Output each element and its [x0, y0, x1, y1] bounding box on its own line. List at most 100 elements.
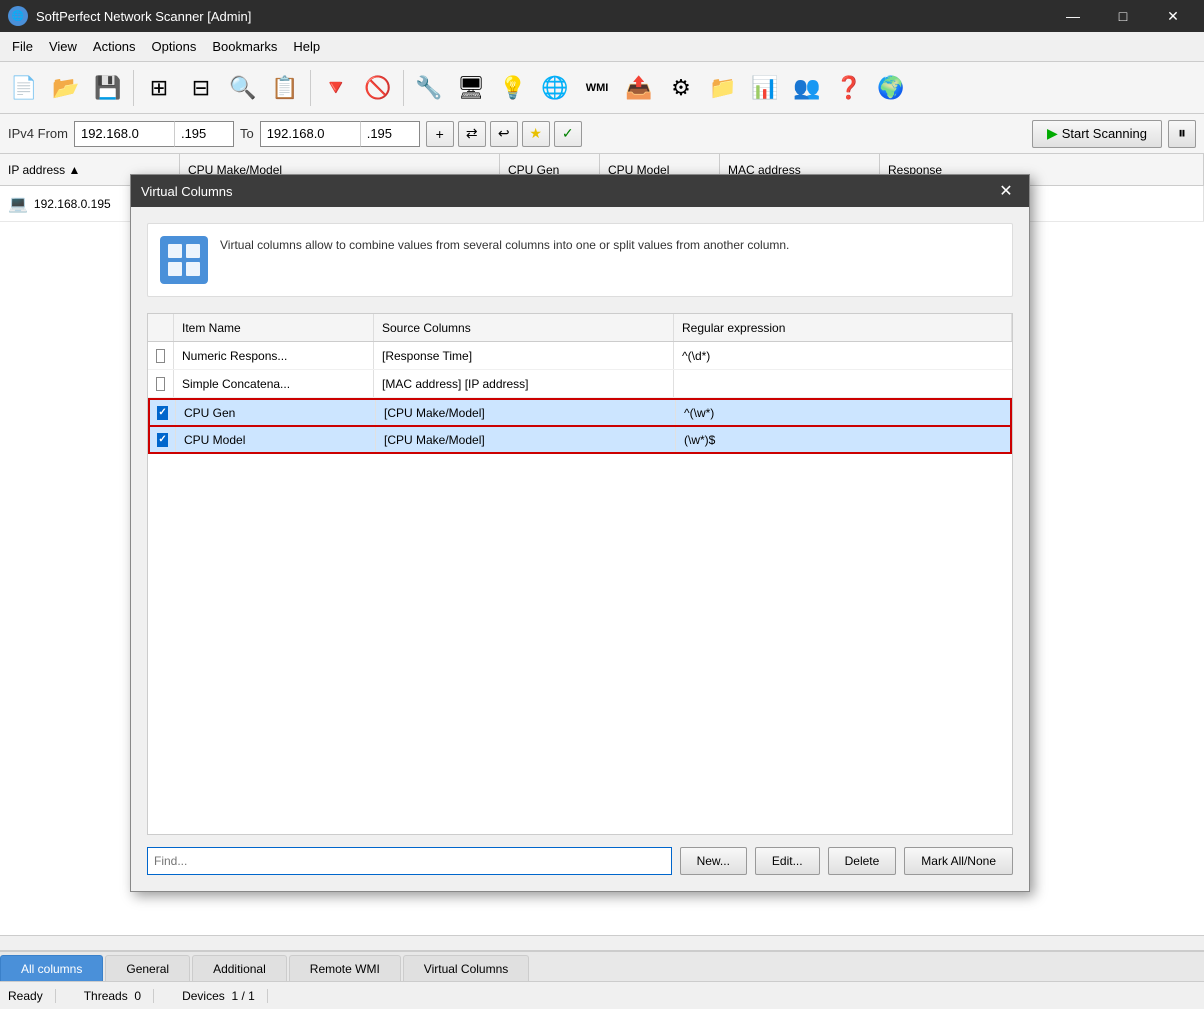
vc-row-1[interactable]: Simple Concatena... [MAC address] [IP ad…: [148, 370, 1012, 398]
to-ip-suffix[interactable]: [360, 121, 420, 147]
open-icon: 📂: [52, 77, 79, 99]
menu-file[interactable]: File: [4, 32, 41, 61]
pause-button[interactable]: ⏸: [1168, 120, 1196, 148]
close-button[interactable]: ✕: [1150, 0, 1196, 32]
tb-collapse[interactable]: ⊟: [181, 66, 221, 110]
tab-general[interactable]: General: [105, 955, 190, 981]
vc-check-1[interactable]: [148, 370, 174, 397]
menu-options[interactable]: Options: [144, 32, 205, 61]
vc-thead: Item Name Source Columns Regular express…: [148, 314, 1012, 342]
vc-check-3[interactable]: ✓: [150, 427, 176, 452]
checkbox-checked-3[interactable]: ✓: [157, 433, 167, 447]
tb-new[interactable]: 📄: [4, 66, 44, 110]
menu-actions[interactable]: Actions: [85, 32, 144, 61]
vc-th-source: Source Columns: [374, 314, 674, 341]
minimize-button[interactable]: —: [1050, 0, 1096, 32]
tb-filter[interactable]: 🔻: [316, 66, 356, 110]
tab-remote-wmi[interactable]: Remote WMI: [289, 955, 401, 981]
random-button[interactable]: ⇄: [458, 121, 486, 147]
new-button[interactable]: New...: [680, 847, 747, 875]
vc-row-3[interactable]: ✓ CPU Model [CPU Make/Model] (\w*)$: [148, 426, 1012, 454]
bulb-icon: 💡: [499, 77, 526, 99]
edit-button[interactable]: Edit...: [755, 847, 820, 875]
to-ip-base[interactable]: [260, 121, 360, 147]
collapse-icon: ⊟: [192, 77, 210, 99]
tb-settings[interactable]: 🔧: [409, 66, 449, 110]
tb-globe[interactable]: 🌍: [871, 66, 911, 110]
vc-name-1: Simple Concatena...: [174, 370, 374, 397]
vc-row-0[interactable]: Numeric Respons... [Response Time] ^(\d*…: [148, 342, 1012, 370]
tab-additional[interactable]: Additional: [192, 955, 287, 981]
gear-icon: ⚙: [671, 77, 691, 99]
menu-bar: File View Actions Options Bookmarks Help: [0, 32, 1204, 62]
vc-row-2[interactable]: ✓ CPU Gen [CPU Make/Model] ^(\w*): [148, 398, 1012, 426]
history-button[interactable]: ↩: [490, 121, 518, 147]
app-window: 🌐 SoftPerfect Network Scanner [Admin] — …: [0, 0, 1204, 1009]
vc-source-1: [MAC address] [IP address]: [374, 370, 674, 397]
threads-label: Threads 0: [72, 989, 154, 1003]
toolbar: 📄 📂 💾 ⊞ ⊟ 🔍 📋 🔻 🚫 🔧 🖥 💡 🌐 WMI 📤 ⚙ 📁 📊 👥 …: [0, 62, 1204, 114]
filter-icon: 🔻: [322, 77, 349, 99]
tb-folder2[interactable]: 📁: [703, 66, 743, 110]
filter-clear-icon: 🚫: [364, 77, 391, 99]
tb-help[interactable]: ❓: [829, 66, 869, 110]
start-scanning-button[interactable]: ▶ Start Scanning: [1032, 120, 1162, 148]
dialog-info: Virtual columns allow to combine values …: [147, 223, 1013, 297]
main-content: IP address ▲ CPU Make/Model CPU Gen CPU …: [0, 154, 1204, 1009]
tb-open[interactable]: 📂: [46, 66, 86, 110]
from-ip-suffix[interactable]: [174, 121, 234, 147]
maximize-button[interactable]: □: [1100, 0, 1146, 32]
status-text: Ready: [8, 989, 56, 1003]
tb-wmi[interactable]: WMI: [577, 66, 617, 110]
tab-all-columns[interactable]: All columns: [0, 955, 103, 981]
tb-expand[interactable]: ⊞: [139, 66, 179, 110]
horizontal-scrollbar[interactable]: [0, 935, 1204, 951]
vc-table: Item Name Source Columns Regular express…: [147, 313, 1013, 835]
paste-icon: 📋: [271, 77, 298, 99]
checkbox-unchecked-1[interactable]: [156, 377, 165, 391]
vc-name-3: CPU Model: [176, 427, 376, 452]
tb-filter-clear[interactable]: 🚫: [358, 66, 398, 110]
vc-regex-3: (\w*)$: [676, 427, 1010, 452]
tb-sep-2: [310, 70, 311, 106]
menu-help[interactable]: Help: [285, 32, 328, 61]
tb-screen[interactable]: 🖥: [451, 66, 491, 110]
dialog-title-bar: Virtual Columns ✕: [131, 175, 1029, 207]
dialog-body: Virtual columns allow to combine values …: [131, 207, 1029, 891]
menu-view[interactable]: View: [41, 32, 85, 61]
dialog-close-button[interactable]: ✕: [993, 178, 1019, 204]
tb-network[interactable]: 🌐: [535, 66, 575, 110]
vc-regex-0: ^(\d*): [674, 342, 1012, 369]
tb-sep-1: [133, 70, 134, 106]
tab-virtual-columns[interactable]: Virtual Columns: [403, 955, 529, 981]
vc-check-0[interactable]: [148, 342, 174, 369]
tb-bulb[interactable]: 💡: [493, 66, 533, 110]
fav-button[interactable]: ★: [522, 121, 550, 147]
tb-chart[interactable]: 📊: [745, 66, 785, 110]
dialog-title-text: Virtual Columns: [141, 184, 233, 199]
tb-find[interactable]: 🔍: [223, 66, 263, 110]
tb-gear[interactable]: ⚙: [661, 66, 701, 110]
delete-button[interactable]: Delete: [828, 847, 897, 875]
tb-paste[interactable]: 📋: [265, 66, 305, 110]
menu-bookmarks[interactable]: Bookmarks: [204, 32, 285, 61]
to-label: To: [240, 126, 254, 141]
tb-save[interactable]: 💾: [88, 66, 128, 110]
vc-name-2: CPU Gen: [176, 400, 376, 425]
add-range-button[interactable]: +: [426, 121, 454, 147]
mark-all-button[interactable]: Mark All/None: [904, 847, 1013, 875]
tb-export[interactable]: 📤: [619, 66, 659, 110]
dialog-buttons-row: New... Edit... Delete Mark All/None: [147, 847, 1013, 875]
title-bar-controls: — □ ✕: [1050, 0, 1196, 32]
chart-icon: 📊: [751, 77, 778, 99]
check-button[interactable]: ✓: [554, 121, 582, 147]
vc-check-2[interactable]: ✓: [150, 400, 176, 425]
checkbox-checked-2[interactable]: ✓: [157, 406, 167, 420]
find-input[interactable]: [147, 847, 672, 875]
address-bar: IPv4 From To + ⇄ ↩ ★ ✓ ▶ Start Scanning …: [0, 114, 1204, 154]
tb-users[interactable]: 👥: [787, 66, 827, 110]
devices-label: Devices 1 / 1: [170, 989, 268, 1003]
from-ip-base[interactable]: [74, 121, 174, 147]
checkbox-unchecked-0[interactable]: [156, 349, 165, 363]
virtual-columns-dialog: Virtual Columns ✕ Virtual columns allow …: [130, 174, 1030, 892]
